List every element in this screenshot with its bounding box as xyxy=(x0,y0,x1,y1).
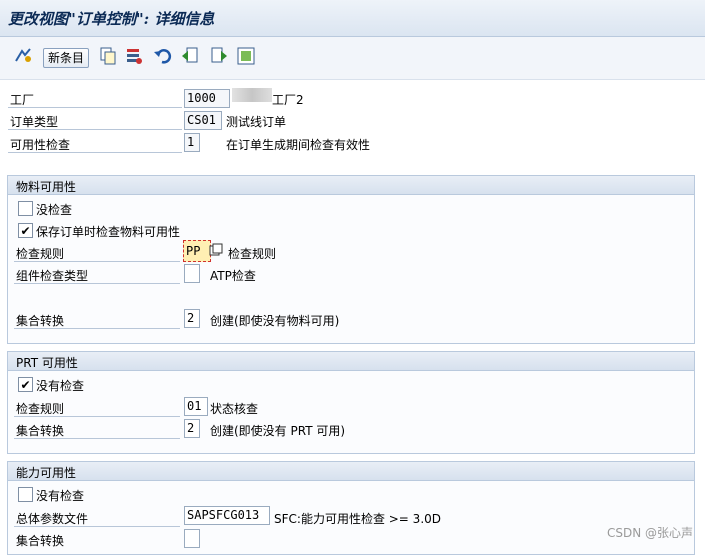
prt-no-check-label: 没有检查 xyxy=(36,379,85,393)
redacted-area xyxy=(232,88,272,102)
group-title: 物料可用性 xyxy=(16,180,77,194)
overall-profile-field[interactable]: SAPSFCG013 xyxy=(184,506,270,525)
group-title: PRT 可用性 xyxy=(16,356,78,370)
checkmark-icon: ✔ xyxy=(20,223,31,238)
overall-profile-label: 总体参数文件 xyxy=(16,512,89,526)
copy-icon[interactable] xyxy=(98,46,118,66)
material-collective-conv-field[interactable]: 2 xyxy=(184,309,200,328)
availability-check-label: 可用性检查 xyxy=(10,138,71,152)
component-check-type-label: 组件检查类型 xyxy=(16,269,89,283)
order-type-description: 测试线订单 xyxy=(226,115,287,129)
material-no-check-checkbox[interactable] xyxy=(18,201,33,216)
prt-collective-conv-label: 集合转换 xyxy=(16,424,65,438)
material-check-rule-description: 检查规则 xyxy=(228,247,277,261)
label-underline xyxy=(8,129,182,130)
order-type-label: 订单类型 xyxy=(10,115,59,129)
capacity-collective-conv-field[interactable] xyxy=(184,529,200,548)
display-change-icon[interactable] xyxy=(14,46,34,66)
prt-check-rule-description: 状态核查 xyxy=(210,402,259,416)
availability-check-description: 在订单生成期间检查有效性 xyxy=(226,138,371,152)
title-bar: 更改视图"订单控制": 详细信息 xyxy=(0,0,705,37)
material-collective-conv-label: 集合转换 xyxy=(16,314,65,328)
capacity-availability-group: 能力可用性 xyxy=(7,461,695,555)
value-help-icon[interactable] xyxy=(209,243,223,256)
capacity-no-check-label: 没有检查 xyxy=(36,489,85,503)
label-underline xyxy=(14,328,180,329)
overall-profile-description: SFC:能力可用性检查 >= 3.0D xyxy=(274,512,442,526)
label-underline xyxy=(14,261,180,262)
group-header: 能力可用性 xyxy=(8,462,694,481)
delete-icon[interactable] xyxy=(124,46,144,66)
group-header: PRT 可用性 xyxy=(8,352,694,371)
label-underline xyxy=(14,526,180,527)
check-on-save-checkbox[interactable]: ✔ xyxy=(18,223,33,238)
plant-description: 工厂2 xyxy=(272,93,304,107)
capacity-no-check-checkbox[interactable] xyxy=(18,487,33,502)
page-title: 更改视图"订单控制": 详细信息 xyxy=(8,10,215,28)
watermark: CSDN @张心声 xyxy=(606,526,693,540)
application-toolbar: 新条目 xyxy=(0,37,705,80)
order-type-field[interactable]: CS01 xyxy=(184,111,222,130)
previous-entry-icon[interactable] xyxy=(180,46,200,66)
material-no-check-label: 没检查 xyxy=(36,203,73,217)
prt-collective-conv-description: 创建(即使没有 PRT 可用) xyxy=(210,424,346,438)
component-check-type-description: ATP检查 xyxy=(210,269,256,283)
select-icon[interactable] xyxy=(236,46,256,66)
plant-field[interactable]: 1000 xyxy=(184,89,230,108)
component-check-type-field[interactable] xyxy=(184,264,200,283)
group-title: 能力可用性 xyxy=(16,466,77,480)
undo-icon[interactable] xyxy=(153,46,173,66)
prt-no-check-checkbox[interactable]: ✔ xyxy=(18,377,33,392)
label-underline xyxy=(14,416,180,417)
label-underline xyxy=(8,152,182,153)
material-check-rule-label: 检查规则 xyxy=(16,247,65,261)
material-check-rule-field[interactable]: PP xyxy=(183,240,211,262)
prt-collective-conv-field[interactable]: 2 xyxy=(184,419,200,438)
prt-check-rule-field[interactable]: 01 xyxy=(184,397,208,416)
checkmark-icon: ✔ xyxy=(20,377,31,392)
material-collective-conv-description: 创建(即使没有物料可用) xyxy=(210,314,340,328)
label-underline xyxy=(8,107,182,108)
next-entry-icon[interactable] xyxy=(209,46,229,66)
new-entries-button[interactable]: 新条目 xyxy=(43,48,90,68)
plant-label: 工厂 xyxy=(10,93,35,107)
availability-check-field[interactable]: 1 xyxy=(184,133,200,152)
label-underline xyxy=(14,283,180,284)
check-on-save-label: 保存订单时检查物料可用性 xyxy=(36,225,181,239)
prt-check-rule-label: 检查规则 xyxy=(16,402,65,416)
label-underline xyxy=(14,438,180,439)
group-header: 物料可用性 xyxy=(8,176,694,195)
material-availability-group: 物料可用性 xyxy=(7,175,695,344)
capacity-collective-conv-label: 集合转换 xyxy=(16,534,65,548)
